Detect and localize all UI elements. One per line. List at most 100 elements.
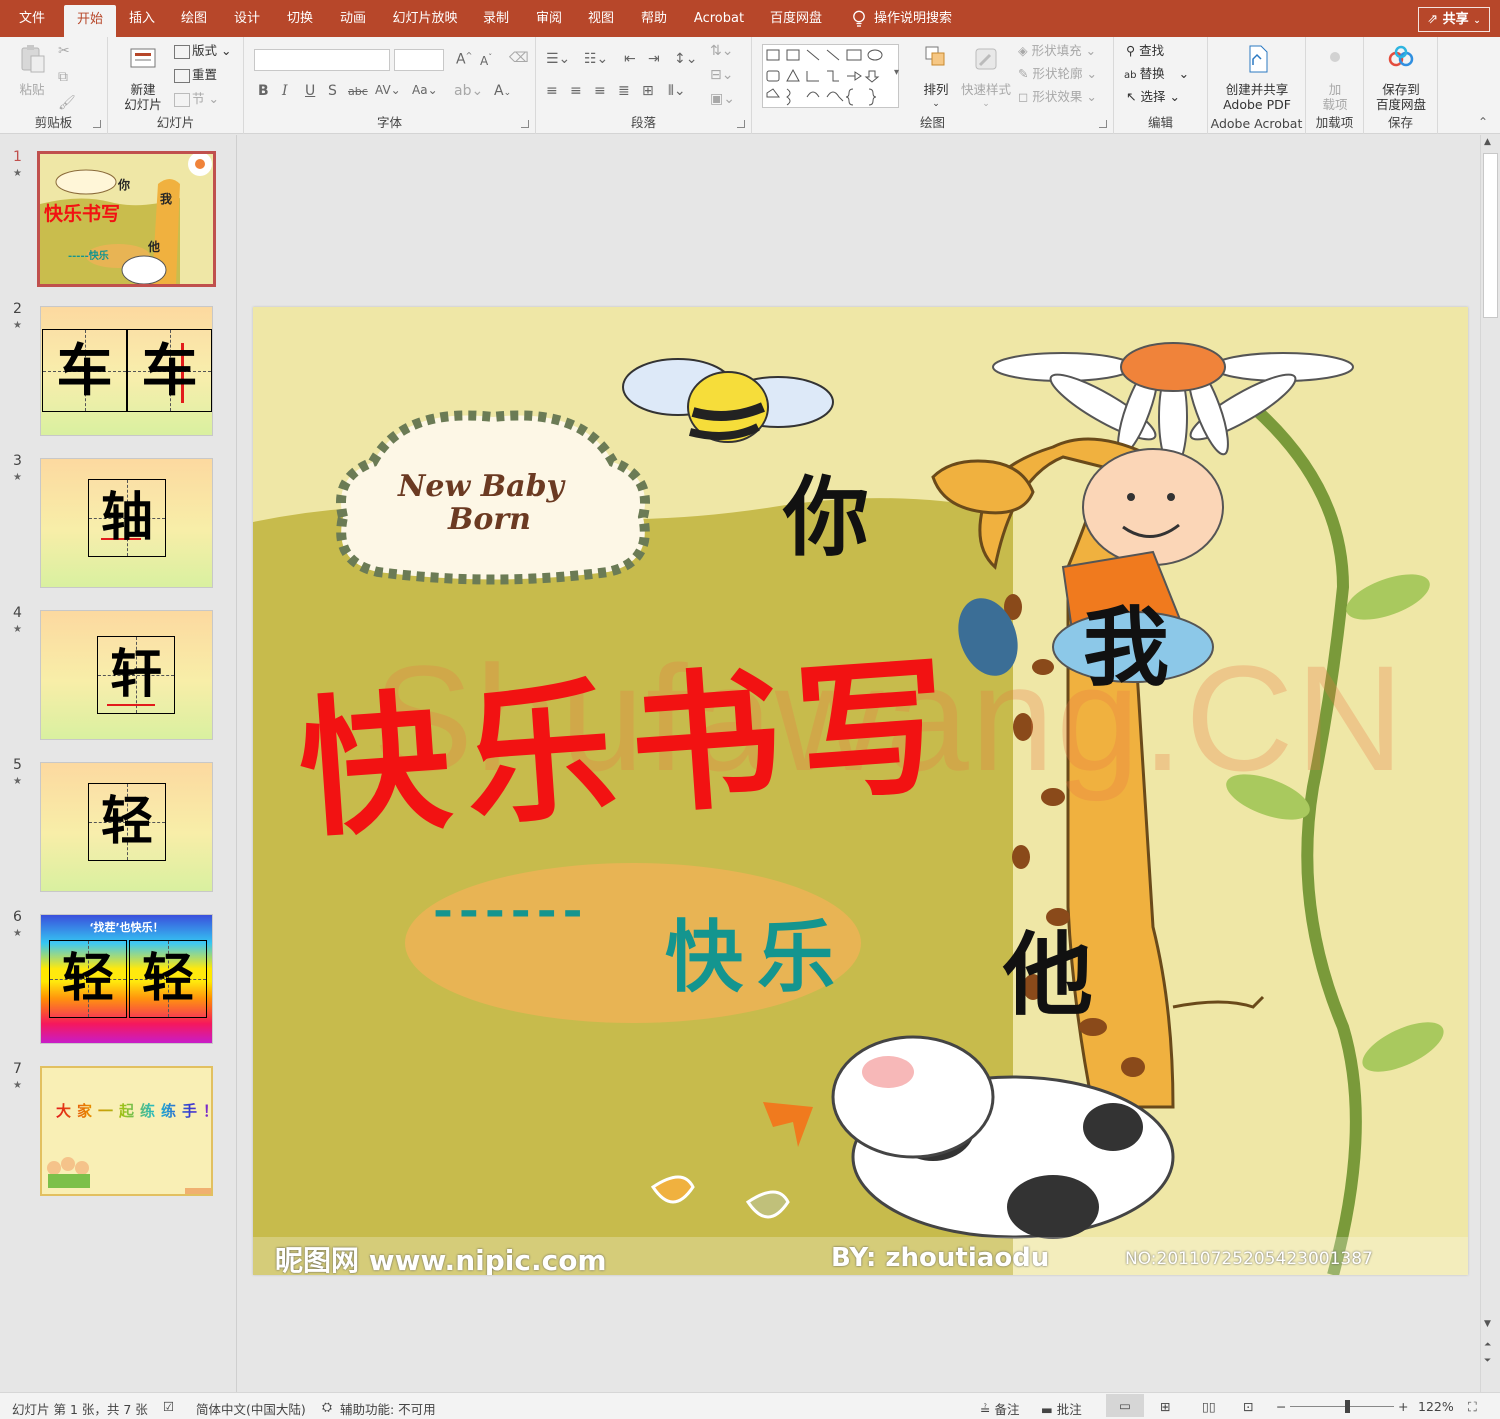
bullets-icon[interactable]: ☰⌄ (546, 51, 570, 67)
slideshow-icon[interactable]: ⊡ (1243, 1399, 1253, 1414)
vertical-scrollbar[interactable]: ▲ ▼ ⏶ ⏷ (1480, 135, 1500, 1392)
replace-button[interactable]: ab 替换 ⌄ (1124, 64, 1189, 84)
tab-design[interactable]: 设计 (227, 0, 267, 37)
clipboard-launcher[interactable] (93, 120, 101, 128)
format-painter-icon[interactable]: 🖌 (58, 95, 76, 111)
share-button[interactable]: ⇗ 共享 ⌄ (1418, 7, 1490, 32)
increase-indent-icon[interactable]: ⇥ (648, 51, 660, 67)
scrollbar-thumb[interactable] (1483, 153, 1498, 318)
reading-view-icon[interactable]: ▯▯ (1202, 1399, 1216, 1414)
numbering-icon[interactable]: ☷⌄ (584, 51, 608, 67)
slide-sorter-icon[interactable]: ⊞ (1160, 1399, 1170, 1414)
line-spacing-icon[interactable]: ↕⌄ (674, 51, 697, 67)
shapes-more-icon[interactable]: ▾ (894, 67, 899, 78)
find-button[interactable]: ⚲ 查找 (1126, 41, 1164, 61)
decrease-indent-icon[interactable]: ⇤ (624, 51, 636, 67)
notes-button[interactable]: ≟ 备注 (980, 1399, 1019, 1418)
drawing-launcher[interactable] (1099, 120, 1107, 128)
previous-slide-icon[interactable]: ⏶ (1484, 1340, 1491, 1350)
shape-outline-button[interactable]: ✎ 形状轮廓 ⌄ (1018, 64, 1097, 84)
lightbulb-icon[interactable] (848, 0, 870, 37)
justify-icon[interactable]: ≣ (618, 83, 630, 99)
slide-thumbnail-3[interactable]: 轴 (40, 458, 213, 588)
align-center-icon[interactable]: ≡ (570, 83, 582, 99)
save-to-baidu-button[interactable]: 保存到 百度网盘 (1370, 43, 1432, 112)
tab-draw[interactable]: 绘图 (174, 0, 214, 37)
tab-transitions[interactable]: 切换 (280, 0, 320, 37)
zoom-slider-thumb[interactable] (1345, 1400, 1351, 1413)
slide-thumbnail-5[interactable]: 轻 (40, 762, 213, 892)
slide-thumbnail-7[interactable]: 大家一起练练手！ (40, 1066, 213, 1196)
new-slide-button[interactable]: 新建 幻灯片 (114, 43, 172, 112)
normal-view-icon[interactable]: ▭ (1106, 1394, 1144, 1417)
slide-thumbnail-6[interactable]: ‘找茬’也快乐！ 轻 轻 (40, 914, 213, 1044)
distributed-icon[interactable]: ⊞ (642, 83, 654, 99)
comments-button[interactable]: ▬ 批注 (1041, 1399, 1082, 1418)
slide-thumbnail-2[interactable]: 车 车 (40, 306, 213, 436)
zoom-slider-track[interactable] (1290, 1406, 1394, 1407)
shape-effects-button[interactable]: ◻ 形状效果 ⌄ (1018, 87, 1097, 107)
font-color-icon[interactable]: A⌄ (494, 83, 511, 99)
paragraph-launcher[interactable] (737, 120, 745, 128)
next-slide-icon[interactable]: ⏷ (1484, 1356, 1491, 1366)
shape-fill-button[interactable]: ◈ 形状填充 ⌄ (1018, 41, 1096, 61)
tab-insert[interactable]: 插入 (122, 0, 162, 37)
font-name-combo[interactable] (254, 49, 390, 71)
tab-file[interactable]: 文件 (8, 0, 56, 37)
underline-icon[interactable]: U (305, 83, 315, 99)
change-case-icon[interactable]: Aa⌄ (412, 83, 438, 97)
clear-formatting-icon[interactable]: ⌫ (509, 50, 529, 66)
zoom-level[interactable]: 122% (1418, 1399, 1454, 1414)
copy-icon[interactable]: ⧉ (58, 69, 68, 85)
addins-button[interactable]: 加 载项 (1314, 43, 1356, 112)
language-indicator[interactable]: 简体中文(中国大陆) (196, 1399, 306, 1418)
italic-icon[interactable]: I (282, 83, 288, 99)
slide-thumbnail-4[interactable]: 轩 (40, 610, 213, 740)
section-button[interactable]: 节 ⌄ (174, 89, 219, 109)
zoom-in-icon[interactable]: + (1398, 1399, 1408, 1414)
layout-button[interactable]: 版式 ⌄ (174, 41, 231, 61)
paste-button[interactable]: 粘贴 (12, 43, 52, 97)
text-direction-icon[interactable]: ⇅⌄ (710, 43, 733, 59)
arrange-button[interactable]: 排列 ⌄ (912, 43, 960, 112)
tab-acrobat[interactable]: Acrobat (688, 0, 750, 37)
align-text-icon[interactable]: ⊟⌄ (710, 67, 733, 83)
columns-icon[interactable]: ⫴⌄ (668, 83, 686, 99)
increase-font-size-icon[interactable]: A^ (456, 51, 472, 68)
tab-home[interactable]: 开始 (64, 5, 116, 37)
tab-animations[interactable]: 动画 (333, 0, 373, 37)
slide-thumbnail-1[interactable]: 快乐书写 -----快乐 你 我 他 (37, 151, 216, 287)
tab-slideshow[interactable]: 幻灯片放映 (386, 0, 464, 37)
reset-button[interactable]: 重置 (174, 65, 217, 85)
spell-check-icon[interactable]: ☑ (163, 1399, 174, 1414)
tab-view[interactable]: 视图 (581, 0, 621, 37)
fit-to-window-icon[interactable]: ⛶ (1468, 1399, 1477, 1415)
accessibility-status[interactable]: 辅助功能: 不可用 (340, 1399, 436, 1418)
slide-canvas[interactable]: Shufawang.CN New Baby Born 你 我 他 快乐书写 --… (253, 307, 1468, 1275)
font-launcher[interactable] (521, 120, 529, 128)
shapes-gallery[interactable] (762, 44, 899, 108)
align-right-icon[interactable]: ≡ (594, 83, 606, 99)
tab-review[interactable]: 审阅 (529, 0, 569, 37)
align-left-icon[interactable]: ≡ (546, 83, 558, 99)
character-spacing-icon[interactable]: AV⌄ (375, 83, 401, 97)
tell-me-search[interactable]: 操作说明搜索 (874, 0, 958, 37)
tab-record[interactable]: 录制 (476, 0, 516, 37)
tab-baidu-netdisk[interactable]: 百度网盘 (764, 0, 828, 37)
quick-styles-button[interactable]: 快速样式 ⌄ (958, 43, 1014, 112)
create-share-pdf-button[interactable]: 创建并共享 Adobe PDF (1212, 43, 1302, 112)
scroll-down-icon[interactable]: ▼ (1484, 1319, 1491, 1329)
tab-help[interactable]: 帮助 (634, 0, 674, 37)
bold-icon[interactable]: B (258, 83, 269, 99)
scroll-up-icon[interactable]: ▲ (1484, 137, 1491, 147)
decrease-font-size-icon[interactable]: Aˇ (480, 53, 492, 68)
cut-icon[interactable]: ✂ (58, 43, 70, 59)
smartart-icon[interactable]: ▣⌄ (710, 91, 735, 107)
strikethrough-icon[interactable]: abc (348, 85, 368, 98)
font-size-combo[interactable] (394, 49, 444, 71)
zoom-out-icon[interactable]: − (1276, 1399, 1286, 1414)
text-shadow-icon[interactable]: S (328, 83, 337, 99)
collapse-ribbon-icon[interactable]: ⌃ (1478, 115, 1488, 129)
highlight-color-icon[interactable]: ab⌄ (454, 83, 483, 99)
select-button[interactable]: ↖ 选择 ⌄ (1126, 87, 1180, 107)
